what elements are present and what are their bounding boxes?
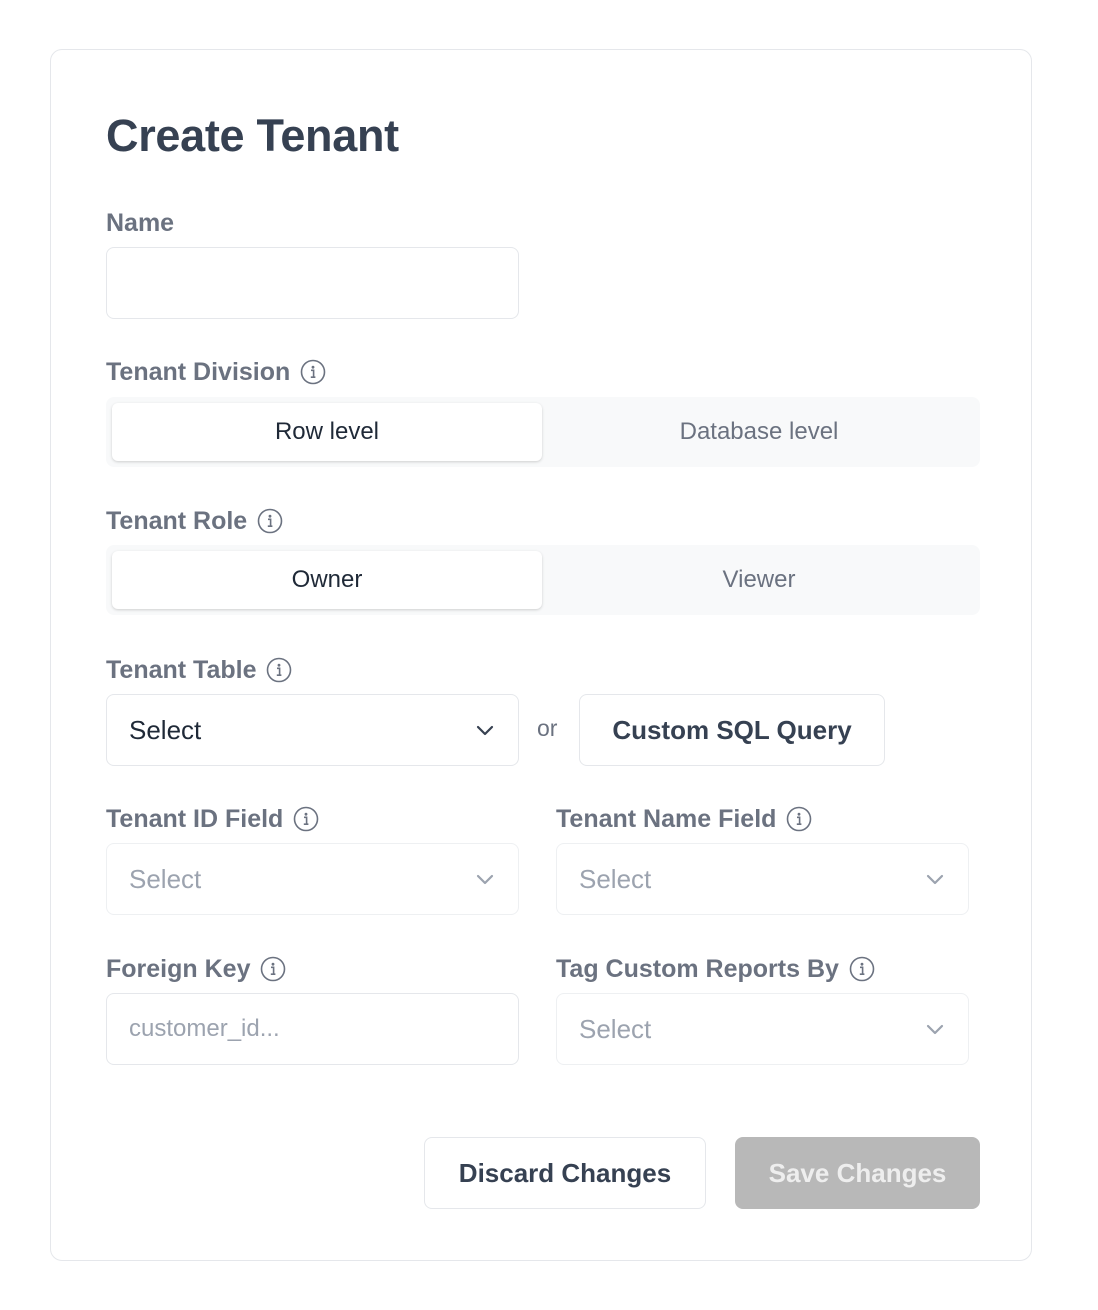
name-input[interactable] <box>106 247 519 319</box>
name-label-text: Name <box>106 209 175 237</box>
foreign-key-label-text: Foreign Key <box>106 955 251 983</box>
tenant-role-label: Tenant Role <box>106 506 283 536</box>
tenant-name-field-label-text: Tenant Name Field <box>556 805 777 833</box>
tag-custom-reports-by-select-value: Select <box>579 1013 652 1044</box>
info-icon[interactable] <box>786 806 812 832</box>
info-icon[interactable] <box>257 508 283 534</box>
chevron-down-icon <box>474 719 496 741</box>
tag-custom-reports-by-label: Tag Custom Reports By <box>556 954 875 984</box>
tenant-id-field-select[interactable]: Select <box>106 843 519 915</box>
foreign-key-label: Foreign Key <box>106 954 286 984</box>
tag-custom-reports-by-label-text: Tag Custom Reports By <box>556 955 839 983</box>
info-icon[interactable] <box>260 956 286 982</box>
tenant-table-select-value: Select <box>129 714 202 745</box>
tenant-division-option-row-level[interactable]: Row level <box>112 403 542 461</box>
tenant-name-field-select[interactable]: Select <box>556 843 969 915</box>
tenant-id-field-label-text: Tenant ID Field <box>106 805 284 833</box>
foreign-key-input[interactable] <box>106 993 519 1065</box>
tenant-role-option-owner[interactable]: Owner <box>112 551 542 609</box>
save-changes-button[interactable]: Save Changes <box>735 1137 980 1209</box>
tenant-division-label-text: Tenant Division <box>106 358 291 386</box>
tenant-division-toggle: Row level Database level <box>106 397 980 467</box>
chevron-down-icon <box>924 868 946 890</box>
custom-sql-query-button[interactable]: Custom SQL Query <box>579 694 885 766</box>
tenant-division-label: Tenant Division <box>106 357 326 387</box>
or-separator: or <box>537 715 558 741</box>
tenant-id-field-label: Tenant ID Field <box>106 804 319 834</box>
tag-custom-reports-by-select[interactable]: Select <box>556 993 969 1065</box>
tenant-name-field-select-value: Select <box>579 863 652 894</box>
chevron-down-icon <box>474 868 496 890</box>
info-icon[interactable] <box>266 657 292 683</box>
tenant-id-field-select-value: Select <box>129 863 202 894</box>
tenant-table-label-text: Tenant Table <box>106 656 257 684</box>
tenant-role-toggle: Owner Viewer <box>106 545 980 615</box>
tenant-table-select[interactable]: Select <box>106 694 519 766</box>
tenant-table-label: Tenant Table <box>106 655 292 685</box>
info-icon[interactable] <box>849 956 875 982</box>
tenant-role-label-text: Tenant Role <box>106 507 248 535</box>
name-label: Name <box>106 208 174 238</box>
page-title: Create Tenant <box>106 110 399 161</box>
discard-changes-button[interactable]: Discard Changes <box>424 1137 706 1209</box>
chevron-down-icon <box>924 1018 946 1040</box>
tenant-role-option-viewer[interactable]: Viewer <box>544 551 974 609</box>
info-icon[interactable] <box>293 806 319 832</box>
create-tenant-card: Create Tenant Name Tenant Division Row l… <box>50 49 1032 1261</box>
tenant-name-field-label: Tenant Name Field <box>556 804 812 834</box>
info-icon[interactable] <box>300 359 326 385</box>
tenant-division-option-database-level[interactable]: Database level <box>544 403 974 461</box>
